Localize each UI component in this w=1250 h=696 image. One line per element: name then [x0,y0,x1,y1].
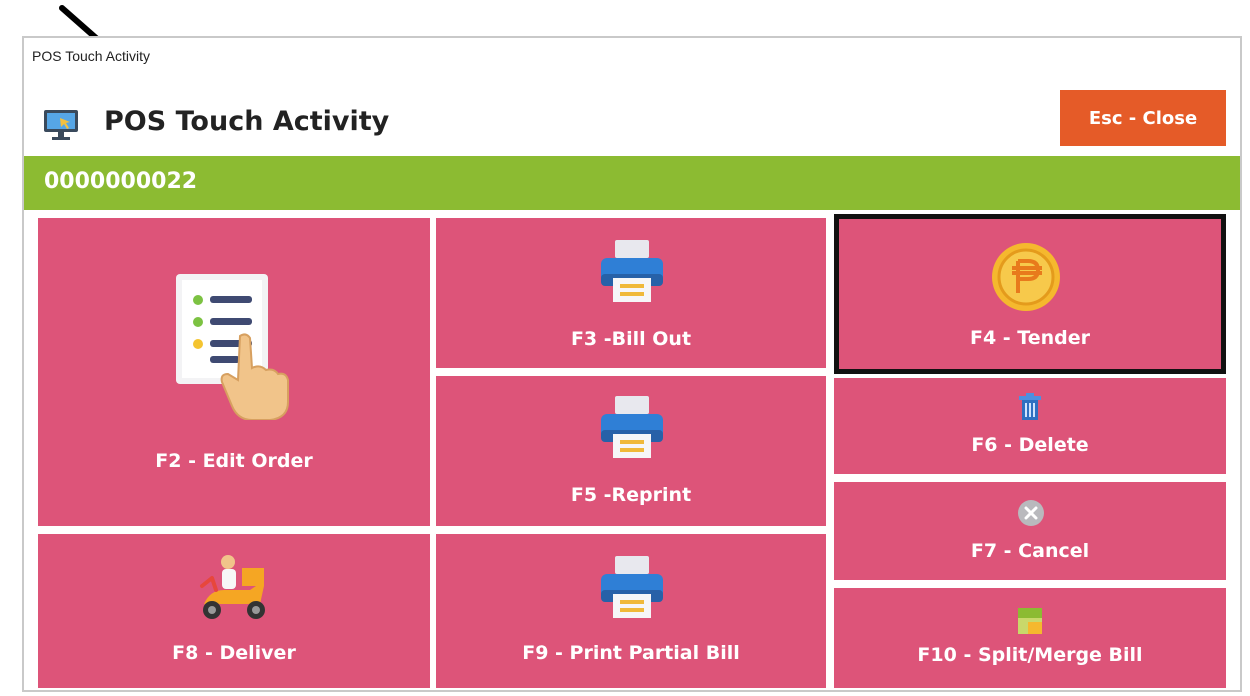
delete-button[interactable]: F6 - Delete [834,378,1226,474]
edit-order-label: F2 - Edit Order [155,450,313,472]
peso-coin-icon [992,243,1060,311]
trash-icon [1019,393,1041,420]
window-caption: POS Touch Activity [32,48,151,64]
printer-icon [601,240,663,302]
reprint-label: F5 -Reprint [570,484,692,506]
page-title: POS Touch Activity [104,106,390,137]
document-hand-icon [176,274,289,420]
split-merge-bill-label: F10 - Split/Merge Bill [917,644,1143,666]
split-merge-bill-button[interactable]: F10 - Split/Merge Bill [834,588,1226,688]
computer-monitor-icon [44,110,78,140]
scooter-delivery-icon [200,555,265,619]
deliver-label: F8 - Deliver [172,642,296,664]
print-partial-bill-button[interactable]: F9 - Print Partial Bill [436,534,826,688]
order-number-bar: 0000000022 [24,156,1240,210]
print-partial-bill-label: F9 - Print Partial Bill [522,642,740,664]
split-merge-icon [1018,608,1042,634]
delete-label: F6 - Delete [971,434,1089,456]
bill-out-button[interactable]: F3 -Bill Out [436,218,826,368]
bill-out-label: F3 -Bill Out [570,328,692,350]
cancel-label: F7 - Cancel [970,540,1090,562]
printer-icon [601,556,663,618]
pos-touch-window: POS Touch Activity POS Touch Activity Es… [22,36,1242,692]
cancel-button[interactable]: F7 - Cancel [834,482,1226,580]
tender-button[interactable]: F4 - Tender [834,214,1226,374]
close-button[interactable]: Esc - Close [1060,90,1226,146]
deliver-button[interactable]: F8 - Deliver [38,534,430,688]
order-number: 0000000022 [44,169,198,194]
cancel-circle-icon [1018,500,1044,526]
tender-label: F4 - Tender [969,327,1091,349]
edit-order-button[interactable]: F2 - Edit Order [38,218,430,526]
printer-icon [601,396,663,458]
reprint-button[interactable]: F5 -Reprint [436,376,826,526]
